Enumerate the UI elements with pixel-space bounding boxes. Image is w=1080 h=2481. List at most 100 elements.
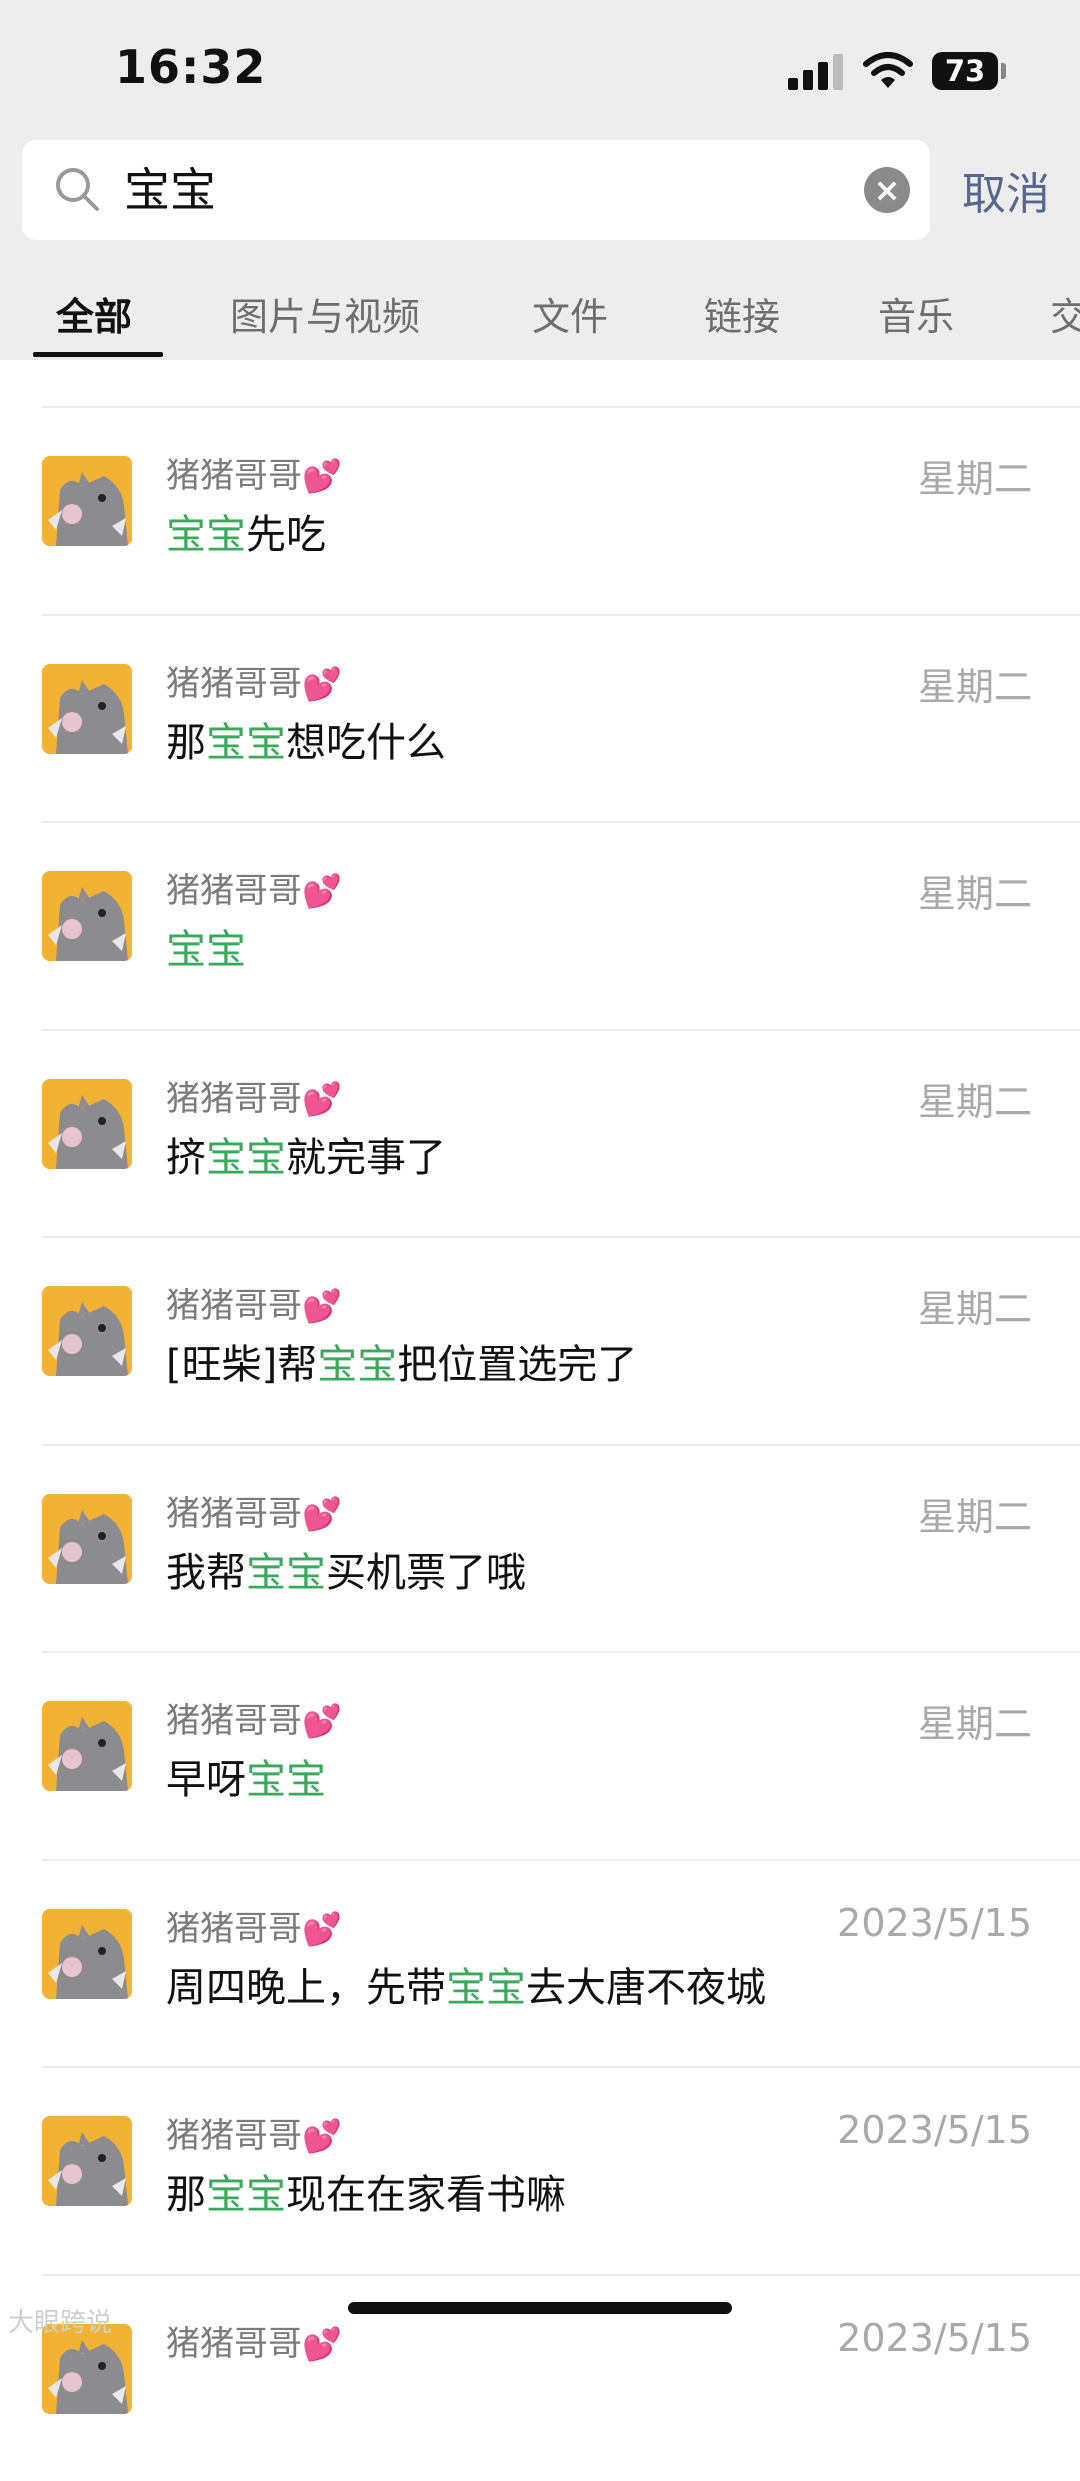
result-row[interactable]: 猪猪哥哥💕 星期二挤宝宝就完事了 <box>0 1029 1080 1236</box>
result-row[interactable]: 猪猪哥哥💕 星期二那宝宝想吃什么 <box>0 614 1080 821</box>
two-hearts-icon: 💕 <box>302 1702 342 1740</box>
snippet-text: [旺柴]帮 <box>166 1342 318 1388</box>
message-date: 星期二 <box>917 1494 1032 1539</box>
cartoon-cat-avatar-icon <box>42 871 132 961</box>
message-date: 星期二 <box>917 1079 1032 1124</box>
message-date: 星期二 <box>917 457 1032 501</box>
message-date: 星期二 <box>917 1287 1032 1331</box>
keyword-highlight: 宝宝 <box>166 927 246 973</box>
two-hearts-icon: 💕 <box>302 1079 342 1118</box>
message-date: 星期二 <box>917 1702 1032 1746</box>
message-date: 2023/5/15 <box>837 2315 1032 2360</box>
tab-all[interactable]: 全部 <box>56 286 132 341</box>
keyword-highlight: 宝宝 <box>317 1342 398 1388</box>
result-row[interactable]: 猪猪哥哥💕 2023/5/15 周四晚上，先带宝宝去大唐不夜城 <box>0 1859 1080 2066</box>
watermark: 大眼跨说 <box>8 2308 113 2338</box>
search-input[interactable]: 宝宝 <box>124 158 824 222</box>
tab-more[interactable]: 交 <box>1050 286 1080 341</box>
cellular-signal-icon <box>788 52 846 90</box>
two-hearts-icon: 💕 <box>302 1909 342 1948</box>
snippet-text: 想吃什么 <box>286 719 446 766</box>
sender-name: 猪猪哥哥💕 <box>166 1486 342 1535</box>
cartoon-cat-avatar-icon <box>42 1908 132 1999</box>
sender-name: 猪猪哥哥💕 <box>166 2316 342 2365</box>
cartoon-cat-avatar-icon <box>42 1701 132 1791</box>
message-date: 星期二 <box>917 872 1032 916</box>
wifi-icon <box>863 52 913 88</box>
keyword-highlight: 宝宝 <box>206 719 286 766</box>
message-date: 2023/5/15 <box>837 1900 1032 1945</box>
message-snippet: 那宝宝想吃什么 <box>166 710 446 768</box>
snippet-text: 去大唐不夜城 <box>526 1964 766 2011</box>
two-hearts-icon: 💕 <box>302 457 342 495</box>
tab-images-videos[interactable]: 图片与视频 <box>230 286 420 341</box>
sender-name: 猪猪哥哥💕 <box>166 1278 342 1327</box>
result-row[interactable]: 猪猪哥哥💕 星期二我帮宝宝买机票了哦 <box>0 1444 1080 1651</box>
keyword-highlight: 宝宝 <box>166 512 246 558</box>
snippet-text: 就完事了 <box>286 1134 446 1181</box>
keyword-highlight: 宝宝 <box>206 2172 286 2218</box>
battery-tip <box>1001 63 1006 79</box>
keyword-highlight: 宝宝 <box>246 1549 326 1596</box>
sender-name-text: 猪猪哥哥 <box>166 1286 302 1326</box>
tab-files[interactable]: 文件 <box>532 286 608 341</box>
message-snippet: 周四晚上，先带宝宝去大唐不夜城 <box>166 1955 766 2013</box>
sender-name: 猪猪哥哥💕 <box>166 1901 342 1950</box>
tab-music[interactable]: 音乐 <box>878 286 954 341</box>
result-row[interactable]: 猪猪哥哥💕 星期二 [旺柴]帮宝宝把位置选完了 <box>0 1236 1080 1443</box>
message-snippet: 我帮宝宝买机票了哦 <box>166 1540 526 1598</box>
snippet-text: 周四晚上，先带 <box>166 1964 446 2011</box>
snippet-text: 把位置选完了 <box>397 1342 638 1388</box>
snippet-text: 现在在家看书嘛 <box>286 2172 566 2218</box>
two-hearts-icon: 💕 <box>302 872 342 910</box>
snippet-text: 挤 <box>166 1134 206 1181</box>
message-date: 2023/5/15 <box>837 2108 1032 2152</box>
result-row[interactable]: 猪猪哥哥💕 星期二宝宝先吃 <box>0 406 1080 613</box>
cartoon-cat-avatar-icon <box>42 1286 132 1376</box>
message-date: 星期二 <box>917 664 1032 709</box>
cartoon-cat-avatar-icon <box>42 1078 132 1169</box>
sender-name-text: 猪猪哥哥 <box>166 1493 302 1534</box>
snippet-text: 买机票了哦 <box>326 1549 526 1596</box>
sender-name-text: 猪猪哥哥 <box>166 663 302 704</box>
sender-name: 猪猪哥哥💕 <box>166 656 342 705</box>
cancel-button[interactable]: 取消 <box>962 158 1050 222</box>
keyword-highlight: 宝宝 <box>246 1757 326 1803</box>
result-row[interactable]: 猪猪哥哥💕 星期二早呀宝宝 <box>0 1651 1080 1858</box>
snippet-text: 我帮 <box>166 1549 246 1596</box>
result-row[interactable]: 猪猪哥哥💕 星期二宝宝 <box>0 821 1080 1028</box>
message-snippet: 挤宝宝就完事了 <box>166 1125 446 1183</box>
message-snippet: 早呀宝宝 <box>166 1747 326 1805</box>
cartoon-cat-avatar-icon <box>42 2116 132 2206</box>
cartoon-cat-avatar-icon <box>42 663 132 754</box>
search-box[interactable]: 宝宝 × <box>22 140 930 240</box>
message-snippet: [旺柴]帮宝宝把位置选完了 <box>166 1332 637 1390</box>
message-snippet: 宝宝 <box>166 917 246 975</box>
cartoon-cat-avatar-icon <box>42 1493 132 1584</box>
snippet-text: 早呀 <box>166 1757 246 1803</box>
home-indicator[interactable] <box>348 2302 732 2314</box>
snippet-text: 那 <box>166 719 206 766</box>
keyword-highlight: 宝宝 <box>206 1134 286 1181</box>
status-time: 16:32 <box>115 40 267 94</box>
sender-name-text: 猪猪哥哥 <box>166 456 302 496</box>
sender-name-text: 猪猪哥哥 <box>166 2116 302 2156</box>
battery-icon: 73 <box>932 52 998 90</box>
sender-name: 猪猪哥哥💕 <box>166 448 342 497</box>
sender-name-text: 猪猪哥哥 <box>166 2323 302 2364</box>
clear-icon[interactable]: × <box>864 167 910 213</box>
sender-name: 猪猪哥哥💕 <box>166 1071 342 1120</box>
sender-name-text: 猪猪哥哥 <box>166 1908 302 1949</box>
filter-tabs: 全部 图片与视频 文件 链接 音乐 交 <box>0 280 1080 360</box>
snippet-text: 先吃 <box>246 512 326 558</box>
two-hearts-icon: 💕 <box>302 2324 342 2363</box>
two-hearts-icon: 💕 <box>302 1494 342 1533</box>
sender-name-text: 猪猪哥哥 <box>166 871 302 911</box>
sender-name: 猪猪哥哥💕 <box>166 2108 342 2157</box>
sender-name: 猪猪哥哥💕 <box>166 863 342 912</box>
message-snippet: 宝宝先吃 <box>166 502 326 560</box>
sender-name: 猪猪哥哥💕 <box>166 1693 342 1742</box>
result-row[interactable]: 猪猪哥哥💕 2023/5/15 那宝宝现在在家看书嘛 <box>0 2066 1080 2273</box>
tab-links[interactable]: 链接 <box>704 286 780 341</box>
two-hearts-icon: 💕 <box>302 664 342 703</box>
